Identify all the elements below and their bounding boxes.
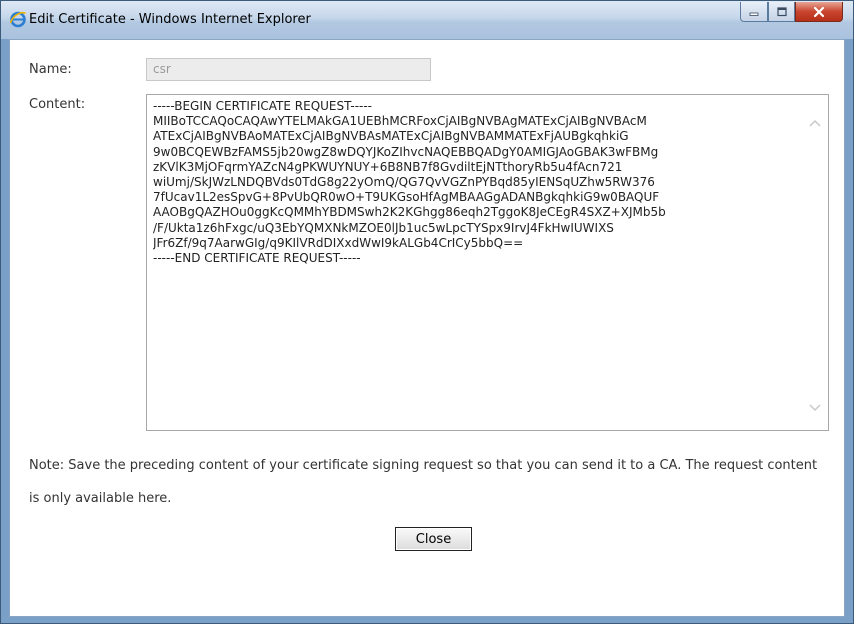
minimize-icon xyxy=(749,12,759,16)
certificate-line: JFr6Zf/9q7AarwGIg/q9KIlVRdDIXxdWwI9kALGb… xyxy=(153,235,524,250)
content-label: Content: xyxy=(29,97,86,112)
browser-window: Edit Certificate - Windows Internet Expl… xyxy=(0,0,854,624)
content-textarea[interactable]: -----BEGIN CERTIFICATE REQUEST----- MIIBo… xyxy=(146,94,829,431)
window-title: Edit Certificate - Windows Internet Expl… xyxy=(29,12,311,27)
close-icon xyxy=(813,6,825,17)
maximize-button[interactable] xyxy=(768,2,795,22)
certificate-request-text: -----BEGIN CERTIFICATE REQUEST----- MIIBo… xyxy=(153,99,793,266)
maximize-icon xyxy=(776,6,787,16)
note-text: Note: Save the preceding content of your… xyxy=(29,458,818,506)
internet-explorer-icon xyxy=(9,11,27,28)
certificate-line: 9w0BCQEWBzFAMS5jb20wgZ8wDQYJKoZIhvcNAQEB… xyxy=(153,144,659,159)
certificate-line: AAOBgQAZHOu0ggKcQMMhYBDMSwh2K2KGhgg86eqh… xyxy=(153,205,666,220)
scroll-down-icon[interactable] xyxy=(808,400,822,414)
certificate-line: ATExCjAIBgNVBAoMATExCjAIBgNVBAsMATExCjAI… xyxy=(153,129,629,144)
close-window-button[interactable] xyxy=(795,2,843,22)
certificate-line: -----END CERTIFICATE REQUEST----- xyxy=(153,251,361,266)
certificate-line: 7fUcav1L2esSpvG+8PvUbQR0wO+T9UKGsoHfAgMB… xyxy=(153,190,660,205)
certificate-line: wiUmj/SkJWzLNDQBVds0TdG8g22yOmQ/QG7QvVGZ… xyxy=(153,175,655,190)
certificate-line: /F/Ukta1z6hFxgc/uQ3EbYQMXNkMZOE0lJb1uc5w… xyxy=(153,220,614,235)
close-button[interactable]: Close xyxy=(395,527,472,551)
name-field[interactable]: csr xyxy=(146,58,431,81)
dialog-content: Name: csr Content: -----BEGIN CERTIFICAT… xyxy=(9,39,845,617)
certificate-line: -----BEGIN CERTIFICATE REQUEST----- xyxy=(153,99,373,113)
scroll-up-icon[interactable] xyxy=(808,117,822,131)
certificate-line: MIIBoTCCAQoCAQAwYTELMAkGA1UEBhMCRFoxCjAI… xyxy=(153,114,647,129)
name-label: Name: xyxy=(29,62,72,77)
title-bar[interactable]: Edit Certificate - Windows Internet Expl… xyxy=(1,1,853,39)
certificate-line: zKVlK3MjOFqrmYAZcN4gPKWUYNUY+6B8NB7f8Gvd… xyxy=(153,159,623,174)
minimize-button[interactable] xyxy=(740,2,768,22)
